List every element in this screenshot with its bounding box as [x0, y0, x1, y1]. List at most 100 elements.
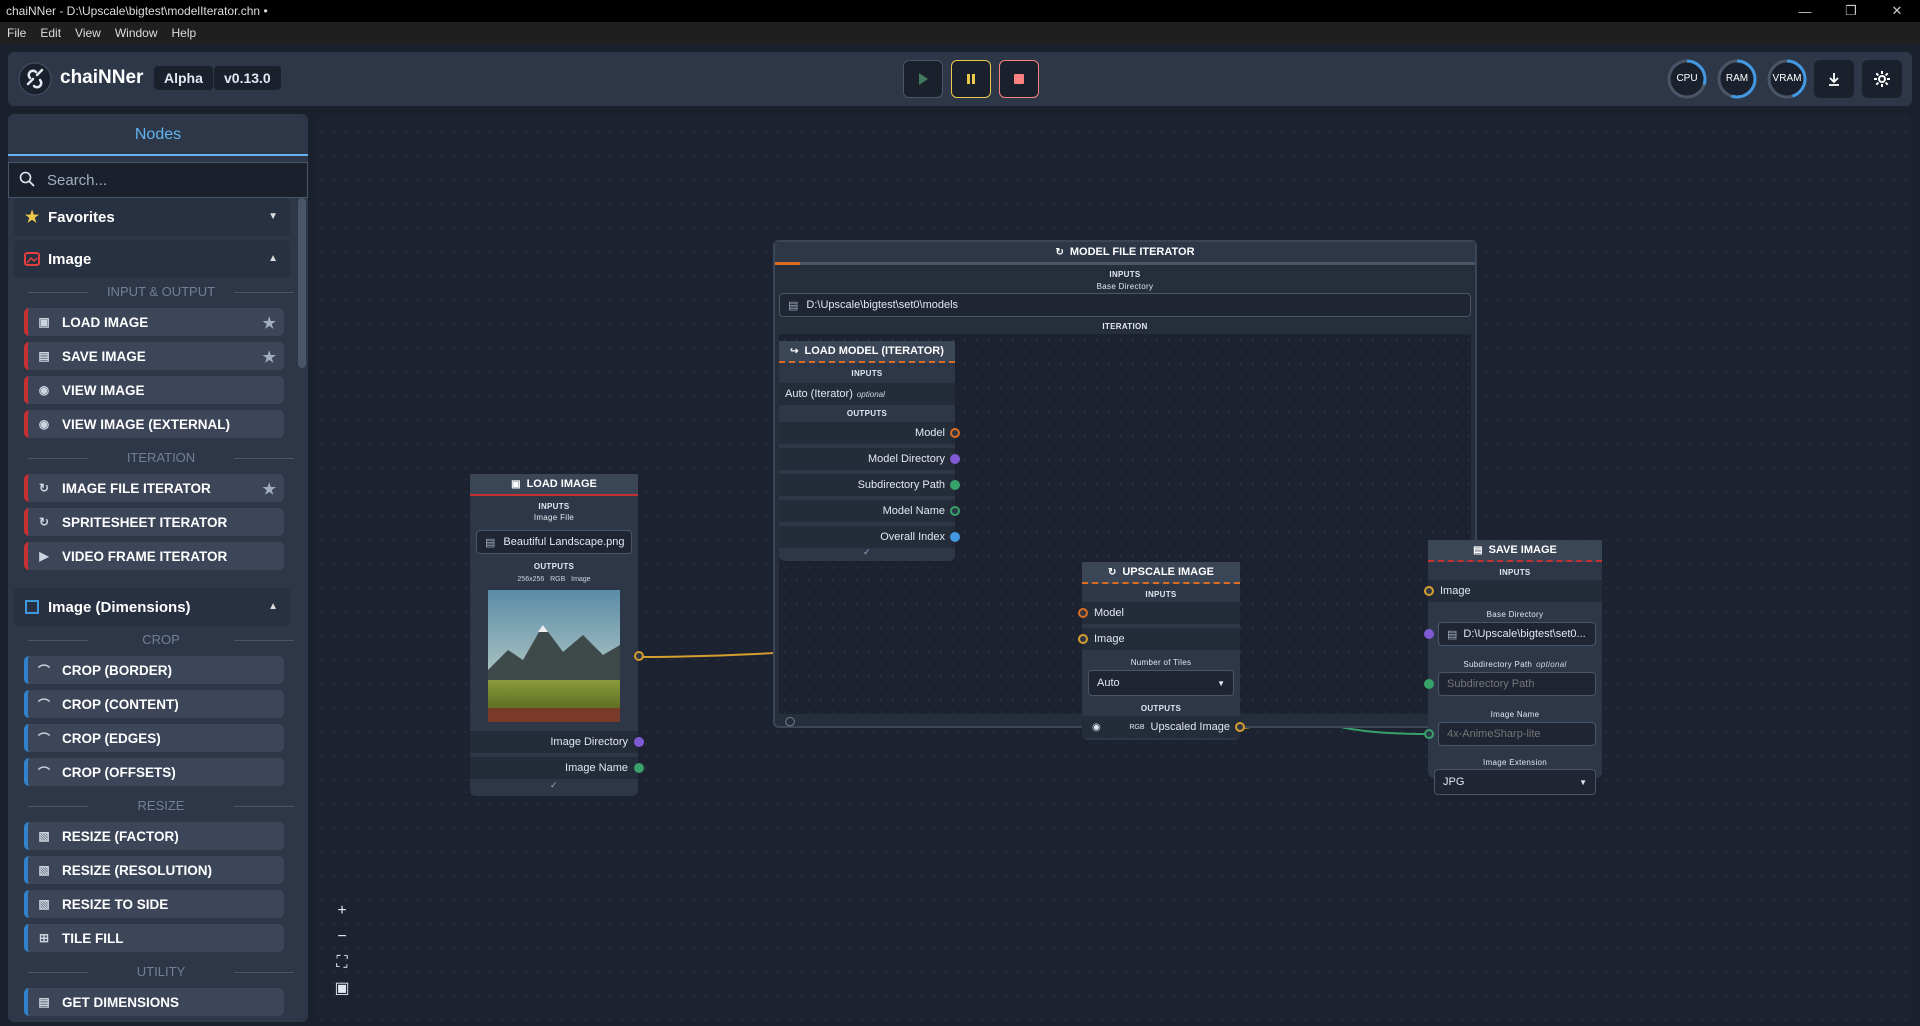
- search-input[interactable]: [47, 169, 297, 191]
- subdirectory-input[interactable]: [1438, 672, 1596, 696]
- node-canvas[interactable]: ↻ MODEL FILE ITERATOR INPUTS Base Directo…: [316, 114, 1912, 1022]
- check-icon: ✓: [550, 780, 558, 790]
- node-resize-resolution-label: RESIZE (RESOLUTION): [62, 862, 213, 878]
- eye-icon[interactable]: ◉: [1092, 722, 1101, 733]
- node-resize-factor[interactable]: ▧ RESIZE (FACTOR): [24, 822, 284, 850]
- node-tile-fill[interactable]: ⊞ TILE FILL: [24, 924, 284, 952]
- iterator-title: MODEL FILE ITERATOR: [1069, 246, 1195, 258]
- port-upscaled-out[interactable]: [1235, 722, 1245, 732]
- tiles-select[interactable]: Auto ▼: [1088, 670, 1234, 696]
- fit-view-button[interactable]: ⛶: [328, 950, 356, 976]
- base-directory-input[interactable]: ▤ D:\Upscale\bigtest\set0\models: [779, 293, 1471, 317]
- play-icon: [919, 73, 928, 85]
- iterator-header[interactable]: ↻ MODEL FILE ITERATOR: [775, 242, 1475, 262]
- port-subdirectory-in[interactable]: [1424, 679, 1434, 689]
- port-image-out[interactable]: [634, 651, 644, 661]
- node-crop-edges[interactable]: ⌒ CROP (EDGES): [24, 724, 284, 752]
- save-directory-input[interactable]: ▤ D:\Upscale\bigtest\set0...: [1438, 622, 1596, 646]
- node-spritesheet-iterator[interactable]: ↻ SPRITESHEET ITERATOR: [24, 508, 284, 536]
- port-model-name-out[interactable]: [950, 506, 960, 516]
- category-image-dimensions[interactable]: Image (Dimensions) ▲: [14, 588, 290, 626]
- minimize-button[interactable]: —: [1782, 0, 1828, 22]
- port-base-directory-in[interactable]: [1424, 629, 1434, 639]
- menu-edit[interactable]: Edit: [33, 26, 68, 40]
- category-image[interactable]: Image ▲: [14, 240, 290, 278]
- pause-icon: [967, 74, 975, 84]
- category-image-label: Image: [48, 250, 92, 268]
- version-badge: v0.13.0: [214, 66, 281, 90]
- node-load-image[interactable]: ▣ LOAD IMAGE ★: [24, 308, 284, 336]
- node-resize-to-side-label: RESIZE TO SIDE: [62, 896, 169, 912]
- settings-button[interactable]: [1862, 60, 1902, 98]
- upscale-image-node[interactable]: ↻ UPSCALE IMAGE INPUTS Model Image Number…: [1078, 562, 1245, 740]
- port-save-image-in[interactable]: [1424, 586, 1434, 596]
- vram-gauge: VRAM: [1766, 58, 1808, 100]
- node-save-image[interactable]: ▤ SAVE IMAGE ★: [24, 342, 284, 370]
- load-model-outputs-label: OUTPUTS: [846, 409, 888, 418]
- node-resize-resolution[interactable]: ▧ RESIZE (RESOLUTION): [24, 856, 284, 884]
- zoom-in-button[interactable]: +: [328, 898, 356, 924]
- sidebar-scrollbar[interactable]: [298, 198, 306, 368]
- node-view-image-external[interactable]: ◉ VIEW IMAGE (EXTERNAL): [24, 410, 284, 438]
- favorite-star-icon[interactable]: ★: [263, 348, 276, 366]
- stop-button[interactable]: [999, 60, 1039, 98]
- save-header[interactable]: ▤ SAVE IMAGE: [1428, 540, 1602, 562]
- chainner-logo-icon: [18, 62, 52, 96]
- menu-view[interactable]: View: [68, 26, 108, 40]
- port-image-directory-out[interactable]: [634, 737, 644, 747]
- image-extension-select[interactable]: JPG ▼: [1434, 769, 1596, 795]
- menu-file[interactable]: File: [0, 26, 33, 40]
- menu-help[interactable]: Help: [165, 26, 204, 40]
- upscale-header[interactable]: ↻ UPSCALE IMAGE: [1082, 562, 1240, 584]
- menu-window[interactable]: Window: [108, 26, 165, 40]
- load-model-header[interactable]: ↪ LOAD MODEL (ITERATOR): [779, 341, 955, 363]
- node-crop-offsets[interactable]: ⌒ CROP (OFFSETS): [24, 758, 284, 786]
- subdirectory-label-text: Subdirectory Path: [1463, 660, 1533, 669]
- image-name-input[interactable]: [1438, 722, 1596, 746]
- port-model-directory-out[interactable]: [950, 454, 960, 464]
- eye-icon: ◉: [38, 383, 50, 397]
- category-favorites[interactable]: ★ Favorites ▼: [14, 198, 290, 236]
- node-crop-border[interactable]: ⌒ CROP (BORDER): [24, 656, 284, 684]
- node-spritesheet-iterator-label: SPRITESHEET ITERATOR: [62, 514, 228, 530]
- download-button[interactable]: [1814, 60, 1854, 98]
- vram-label: VRAM: [1772, 73, 1802, 84]
- port-image-name-in[interactable]: [1424, 729, 1434, 739]
- image-file-input[interactable]: ▤ Beautiful Landscape.png: [476, 530, 632, 554]
- port-model-out[interactable]: [950, 428, 960, 438]
- run-button[interactable]: [903, 60, 943, 98]
- node-get-dimensions[interactable]: ▤ GET DIMENSIONS: [24, 988, 284, 1016]
- maximize-button[interactable]: ❐: [1828, 0, 1874, 22]
- load-image-node[interactable]: ▣ LOAD IMAGE INPUTS Image File ▤ Beautiful…: [470, 474, 644, 796]
- favorite-star-icon[interactable]: ★: [263, 480, 276, 498]
- node-image-file-iterator[interactable]: ↻ IMAGE FILE ITERATOR ★: [24, 474, 284, 502]
- port-image-in[interactable]: [1078, 634, 1088, 644]
- base-directory-label: Base Directory: [1096, 282, 1154, 291]
- save-image-node[interactable]: ▤ SAVE IMAGE INPUTS Image Base Directory …: [1424, 540, 1602, 795]
- optional-tag: optional: [856, 389, 885, 399]
- favorite-star-icon[interactable]: ★: [263, 314, 276, 332]
- lock-icon[interactable]: ▣: [328, 976, 356, 1002]
- tab-nodes[interactable]: Nodes: [8, 114, 308, 156]
- node-video-frame-iterator[interactable]: ▶ VIDEO FRAME ITERATOR: [24, 542, 284, 570]
- port-subdirectory-out[interactable]: [950, 480, 960, 490]
- zoom-out-button[interactable]: −: [328, 924, 356, 950]
- iterator-progress: [775, 262, 1475, 265]
- node-view-image[interactable]: ◉ VIEW IMAGE: [24, 376, 284, 404]
- port-image-name-out[interactable]: [634, 763, 644, 773]
- port-model-in[interactable]: [1078, 608, 1088, 618]
- pause-button[interactable]: [951, 60, 991, 98]
- auto-iterator-input: Auto (Iterator) optional: [779, 383, 955, 405]
- port-overall-index-out[interactable]: [950, 532, 960, 542]
- auto-iterator-label: Auto (Iterator): [785, 388, 853, 400]
- node-crop-content[interactable]: ⌒ CROP (CONTENT): [24, 690, 284, 718]
- section-crop: CROP: [28, 632, 294, 648]
- load-model-node[interactable]: ↪ LOAD MODEL (ITERATOR) INPUTS Auto (Iter…: [779, 341, 960, 561]
- gear-icon: [1874, 71, 1890, 87]
- output-model-label: Model: [915, 427, 945, 439]
- node-resize-to-side[interactable]: ▧ RESIZE TO SIDE: [24, 890, 284, 918]
- close-window-button[interactable]: ✕: [1874, 0, 1920, 22]
- node-crop-border-label: CROP (BORDER): [62, 662, 173, 678]
- load-image-header[interactable]: ▣ LOAD IMAGE: [470, 474, 638, 496]
- output-model-name-label: Model Name: [882, 505, 945, 517]
